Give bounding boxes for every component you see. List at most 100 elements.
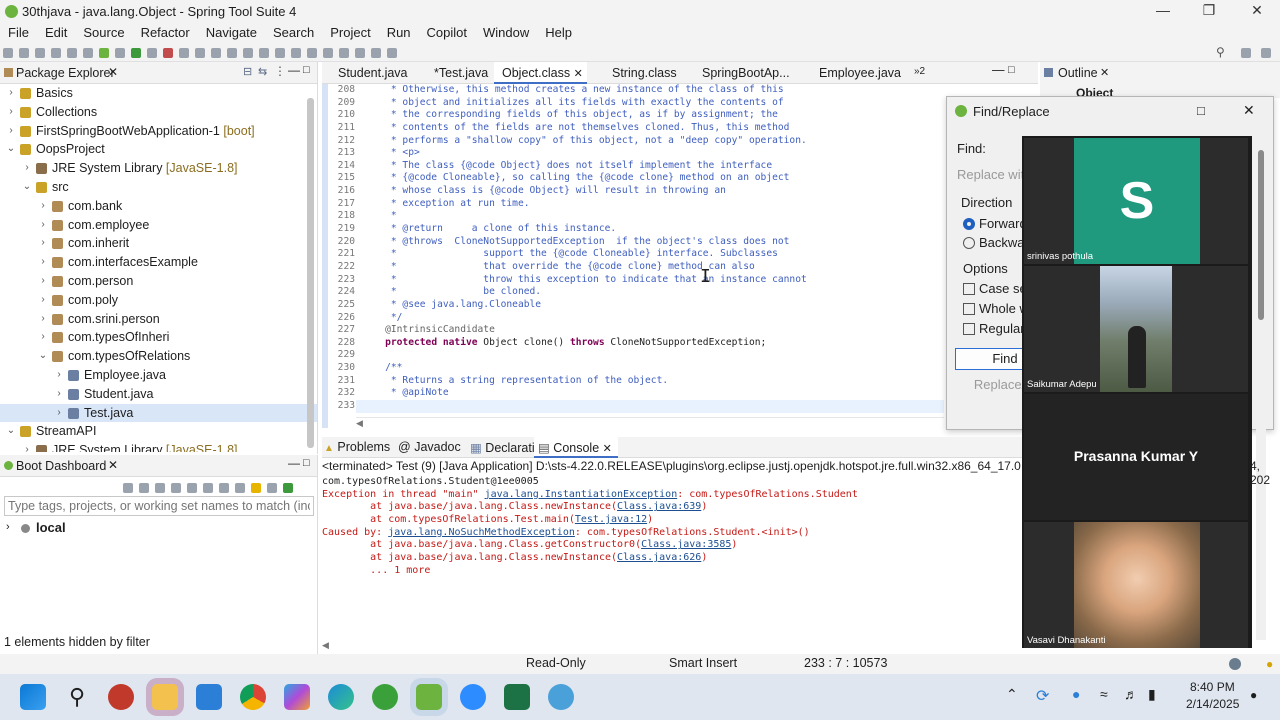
tree-item[interactable]: › Basics [0, 84, 317, 103]
menu-file[interactable]: File [8, 24, 29, 40]
tab-springbootapp[interactable]: SpringBootAp... [702, 66, 790, 80]
view-menu-icon[interactable]: ⋮ [274, 64, 286, 78]
tree-item[interactable]: › FirstSpringBootWebApplication-1 [boot] [0, 122, 317, 141]
video-tile-saikumar[interactable]: Saikumar Adepu [1024, 266, 1248, 392]
tree-item[interactable]: › com.inherit [0, 234, 317, 253]
bulb-icon[interactable] [251, 483, 261, 493]
upwork-icon[interactable] [372, 684, 398, 710]
video-tile-prasanna[interactable]: Prasanna Kumar Y [1024, 394, 1248, 520]
console-link[interactable]: Class.java:626 [617, 552, 701, 563]
file-explorer-icon[interactable] [152, 684, 178, 710]
tree-item[interactable]: › Student.java [0, 385, 317, 404]
coverage-icon[interactable] [147, 48, 157, 58]
notification-icon[interactable]: ● [1250, 688, 1257, 702]
menu-refactor[interactable]: Refactor [141, 24, 190, 40]
maximize-icon[interactable]: □ [303, 457, 310, 469]
local-expand-icon[interactable]: › [6, 521, 10, 533]
tree-item[interactable]: › com.typesOfInheri [0, 328, 317, 347]
collapsed-arrow-icon[interactable]: › [54, 404, 64, 423]
collapse-all-icon[interactable]: ⊟ [243, 65, 252, 78]
expanded-arrow-icon[interactable]: ⌄ [22, 178, 32, 197]
perspective-debug-icon[interactable] [1261, 48, 1271, 58]
expanded-arrow-icon[interactable]: ⌄ [38, 347, 48, 366]
menu-search[interactable]: Search [273, 24, 314, 40]
close-icon[interactable]: ✕ [108, 65, 118, 79]
app-icon[interactable] [548, 684, 574, 710]
expanded-arrow-icon[interactable]: ⌄ [6, 140, 16, 159]
stop-icon[interactable] [155, 483, 165, 493]
close-icon[interactable]: ✕ [603, 443, 612, 455]
forward-icon[interactable] [371, 48, 381, 58]
tab-overflow[interactable]: »2 [914, 66, 925, 77]
minimize-icon[interactable]: — [288, 456, 300, 470]
collapsed-arrow-icon[interactable]: › [22, 159, 32, 178]
menu-source[interactable]: Source [83, 24, 124, 40]
search-icon[interactable]: ⚲ [64, 684, 90, 710]
next-annotation-icon[interactable] [323, 48, 333, 58]
spring-icon[interactable] [99, 48, 109, 58]
wifi-icon[interactable]: ≈ [1100, 686, 1108, 702]
prev-annotation-icon[interactable] [339, 48, 349, 58]
external-tools-icon[interactable] [179, 48, 189, 58]
forward-radio[interactable]: Forward [963, 216, 1027, 231]
menu-help[interactable]: Help [545, 24, 572, 40]
mic-icon[interactable]: ● [1072, 686, 1080, 702]
redo-icon[interactable] [67, 48, 77, 58]
console-link[interactable]: Test.java:12 [575, 514, 647, 525]
collapsed-arrow-icon[interactable]: › [54, 385, 64, 404]
minimize-icon[interactable]: — [992, 63, 1005, 77]
add-icon[interactable] [283, 483, 293, 493]
restore-button[interactable]: ❐ [1194, 2, 1224, 22]
console-hscroll[interactable]: ◀ [322, 640, 1022, 652]
tree-item[interactable]: › Collections [0, 103, 317, 122]
close-button[interactable]: ✕ [1242, 2, 1272, 22]
save-all-icon[interactable] [35, 48, 45, 58]
tab-test-java[interactable]: *Test.java [434, 66, 488, 80]
tab-problems[interactable]: ▲ Problems [324, 440, 390, 454]
tab-object-class[interactable]: Object.class ✕ [494, 62, 587, 84]
tab-console[interactable]: ▤ Console ✕ [534, 437, 618, 458]
collapsed-arrow-icon[interactable]: › [38, 310, 48, 329]
menu-edit[interactable]: Edit [45, 24, 67, 40]
video-tile-srinivas[interactable]: S srinivas pothula [1024, 138, 1248, 264]
tree-item[interactable]: › JRE System Library [JavaSE-1.8] [0, 159, 317, 178]
collapsed-arrow-icon[interactable]: › [38, 216, 48, 235]
open-browser-icon[interactable] [187, 483, 197, 493]
tree-item[interactable]: ⌄ StreamAPI [0, 422, 317, 441]
maximize-icon[interactable]: □ [1197, 103, 1205, 118]
expanded-arrow-icon[interactable]: ⌄ [6, 422, 16, 441]
show-whitespace-icon[interactable] [307, 48, 317, 58]
gallery-scroll-thumb[interactable] [1258, 150, 1264, 320]
code-area[interactable]: 208 * Otherwise, this method creates a n… [328, 84, 944, 413]
video-tile-vasavi[interactable]: Vasavi Dhanakanti [1024, 522, 1248, 648]
clock-date[interactable]: 2/14/2025 [1186, 697, 1239, 711]
console-output[interactable]: com.typesOfRelations.Student@1ee0005 Exce… [322, 476, 1022, 646]
search-icon[interactable] [259, 48, 269, 58]
new-class-icon[interactable] [227, 48, 237, 58]
filter-icon[interactable] [267, 483, 277, 493]
boot-filter-input[interactable] [4, 496, 314, 516]
edit-icon[interactable] [219, 483, 229, 493]
start-icon[interactable] [20, 684, 46, 710]
console-link[interactable]: Class.java:639 [617, 501, 701, 512]
close-icon[interactable]: ✕ [1243, 102, 1255, 119]
collapsed-arrow-icon[interactable]: › [38, 253, 48, 272]
undo-icon[interactable] [51, 48, 61, 58]
tab-employee-java[interactable]: Employee.java [819, 66, 901, 80]
store-icon[interactable] [196, 684, 222, 710]
clock-time[interactable]: 8:40 PM [1190, 680, 1235, 694]
debug-icon[interactable] [115, 48, 125, 58]
collapsed-arrow-icon[interactable]: › [6, 103, 16, 122]
tree-item[interactable]: ⌄ src [0, 178, 317, 197]
menu-project[interactable]: Project [330, 24, 370, 40]
tree-item[interactable]: ⌄ OopsProject [0, 140, 317, 159]
refresh-icon[interactable] [123, 483, 133, 493]
zoom-icon[interactable] [460, 684, 486, 710]
new-icon[interactable] [3, 48, 13, 58]
menu-navigate[interactable]: Navigate [206, 24, 257, 40]
console-link[interactable]: java.lang.NoSuchMethodException [388, 527, 575, 538]
excel-icon[interactable] [504, 684, 530, 710]
tree-item[interactable]: › Test.java [0, 403, 317, 423]
build-icon[interactable] [83, 48, 93, 58]
close-icon[interactable]: ✕ [1100, 66, 1109, 79]
